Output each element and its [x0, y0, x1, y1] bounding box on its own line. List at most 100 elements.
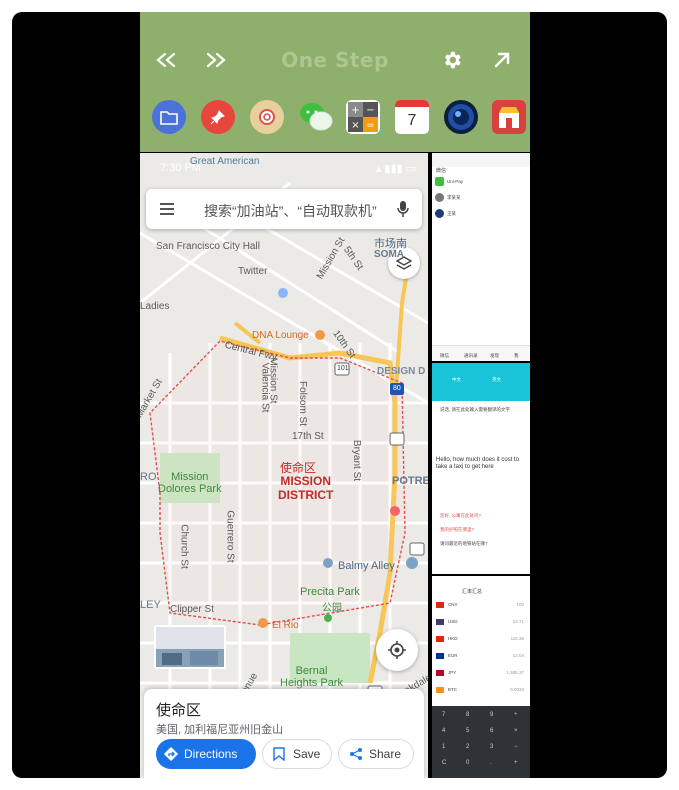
screenshot-frame: One Step + − × = 7 7:30 PM ▴ ▮▮▮ ▭ 搜索“加油… [12, 12, 667, 778]
calculator-key[interactable]: 9 [490, 712, 493, 718]
store-app-icon[interactable] [492, 100, 526, 134]
my-location-button[interactable] [376, 629, 418, 671]
currency-title: 汇率汇总 [462, 589, 483, 595]
calculator-key[interactable]: 3 [490, 744, 493, 750]
place-title: 使命区 [156, 702, 202, 719]
currency-code: JPY [448, 670, 457, 675]
map-label-guerrero: Guerrero St [224, 510, 236, 563]
hamburger-menu-icon[interactable] [158, 200, 176, 218]
phone-screen: One Step + − × = 7 7:30 PM ▴ ▮▮▮ ▭ 搜索“加油… [140, 12, 530, 778]
wechat-row-2: 李某某 [447, 195, 461, 200]
calculator-key[interactable]: 4 [442, 728, 445, 734]
microphone-icon[interactable] [396, 200, 410, 218]
translator-lang-from: 中文 [452, 377, 461, 382]
translator-prompt: 说话, 请在此处输入需要翻译的文字 [440, 407, 510, 412]
calculator-key[interactable]: C [442, 760, 446, 766]
wechat-row-3: 王某 [447, 211, 456, 216]
place-subtitle: 美国, 加利福尼亚州旧金山 [156, 724, 284, 736]
map-label-ro: RO [140, 471, 157, 483]
currency-flag-icon [436, 619, 444, 625]
currency-flag-icon [436, 636, 444, 642]
map-label-folsom: Folsom St [297, 380, 309, 427]
wechat-tab-4: 我 [514, 353, 519, 358]
calendar-day: 7 [407, 112, 417, 129]
svg-text:×: × [351, 120, 359, 131]
street-view-thumbnail[interactable] [154, 625, 226, 669]
svg-text:+: + [351, 105, 359, 116]
share-button[interactable]: Share [338, 739, 414, 769]
calculator-key[interactable]: 2 [466, 744, 469, 750]
translator-lang-to: 英文 [492, 377, 501, 382]
place-card[interactable]: 使命区 美国, 加利福尼亚州旧金山 Directions Save Share [144, 689, 424, 778]
currency-code: EUR [448, 653, 458, 658]
currency-flag-icon [436, 653, 444, 659]
map-label-dna-lounge: DNA Lounge [252, 330, 309, 341]
gear-icon[interactable] [438, 46, 466, 74]
wechat-tab-3: 发现 [490, 353, 499, 358]
calculator-key[interactable]: 5 [466, 728, 469, 734]
currency-value: 13.04 [512, 653, 524, 658]
back-double-icon[interactable] [152, 46, 180, 74]
wechat-title: 微信 [436, 168, 447, 174]
directions-button[interactable]: Directions [156, 739, 256, 769]
map-label-balmy-alley: Balmy Alley [338, 560, 395, 572]
pin-app-icon[interactable] [201, 100, 235, 134]
wechat-thumbnail[interactable]: 微信 Uni-Pay 李某某 王某 微信 通讯录 发现 我 [432, 153, 530, 361]
calculator-key[interactable]: × [514, 728, 518, 734]
currency-code: BTC [448, 687, 457, 692]
wechat-tab-1: 微信 [440, 353, 449, 358]
calculator-key[interactable]: ÷ [514, 712, 517, 718]
folder-app-icon[interactable] [152, 100, 186, 134]
map-search-bar[interactable]: 搜索“加油站”、“自动取款机” [146, 189, 422, 229]
calculator-key[interactable]: + [514, 760, 518, 766]
wechat-app-icon[interactable] [297, 100, 335, 134]
translator-english: Hello, how much does it cost to take a t… [436, 457, 520, 470]
currency-flag-icon [436, 670, 444, 676]
map-label-potrero: POTRE [392, 475, 428, 487]
currency-value: 1,595.37 [506, 670, 524, 675]
svg-text:=: = [366, 120, 374, 131]
search-placeholder[interactable]: 搜索“加油站”、“自动取款机” [204, 201, 377, 221]
expand-arrow-icon[interactable] [488, 46, 516, 74]
map-label-city-hall: San Francisco City Hall [156, 241, 260, 252]
map-label-soma: SOMA [374, 249, 404, 260]
wechat-avatar-icon [435, 209, 444, 218]
translator-history-2: 我的护照在哪里? [440, 527, 475, 532]
currency-code: HKD [448, 636, 458, 641]
calculator-key[interactable]: . [490, 760, 492, 766]
calendar-app-icon[interactable]: 7 [395, 100, 429, 134]
save-button[interactable]: Save [262, 739, 332, 769]
calculator-key[interactable]: − [514, 744, 518, 750]
wechat-avatar-icon [435, 193, 444, 202]
currency-code: USD [448, 619, 458, 624]
map-label-great-american: Great American [190, 156, 260, 167]
wechat-row-1: Uni-Pay [447, 179, 464, 184]
map-label-bryant: Bryant St [351, 439, 363, 482]
camera-app-icon[interactable] [444, 100, 478, 134]
status-bar: 7:30 PM ▴ ▮▮▮ ▭ [140, 153, 428, 183]
translator-history-1: 您好, 公寓在此处吗? [440, 513, 482, 518]
bookmark-icon [273, 747, 287, 761]
search-app-icon[interactable] [250, 100, 284, 134]
share-label: Share [369, 747, 402, 761]
calculator-key[interactable]: 8 [466, 712, 469, 718]
calculator-key[interactable]: 1 [442, 744, 445, 750]
calculator-key[interactable]: 7 [442, 712, 445, 718]
calculator-key[interactable]: 6 [490, 728, 493, 734]
calculator-key[interactable]: 0 [466, 760, 469, 766]
forward-double-icon[interactable] [202, 46, 230, 74]
translator-thumbnail[interactable]: 中文 英文 说话, 请在此处输入需要翻译的文字 Hello, how much … [432, 363, 530, 574]
map-label-17th: 17th St [292, 431, 324, 442]
wechat-avatar-icon [435, 177, 444, 186]
map-label-ladies: Ladies [140, 301, 170, 312]
currency-thumbnail[interactable]: 汇率汇总 CNY 100 USD 14.71 HKD 115.36 EUR 13.04 JPY 1… [432, 576, 530, 778]
map-label-ley: LEY [140, 599, 161, 611]
currency-flag-icon [436, 687, 444, 693]
calculator-app-icon[interactable]: + − × = [346, 100, 380, 134]
map-label-twitter: Twitter [238, 266, 268, 277]
translator-history-3: 请问最近的地铁站在哪? [440, 541, 488, 546]
map-label-mission-st: Mission St [267, 357, 279, 404]
crosshair-icon [388, 641, 406, 659]
save-label: Save [293, 747, 321, 761]
maps-window[interactable]: 7:30 PM ▴ ▮▮▮ ▭ 搜索“加油站”、“自动取款机” Great Am… [140, 153, 428, 778]
